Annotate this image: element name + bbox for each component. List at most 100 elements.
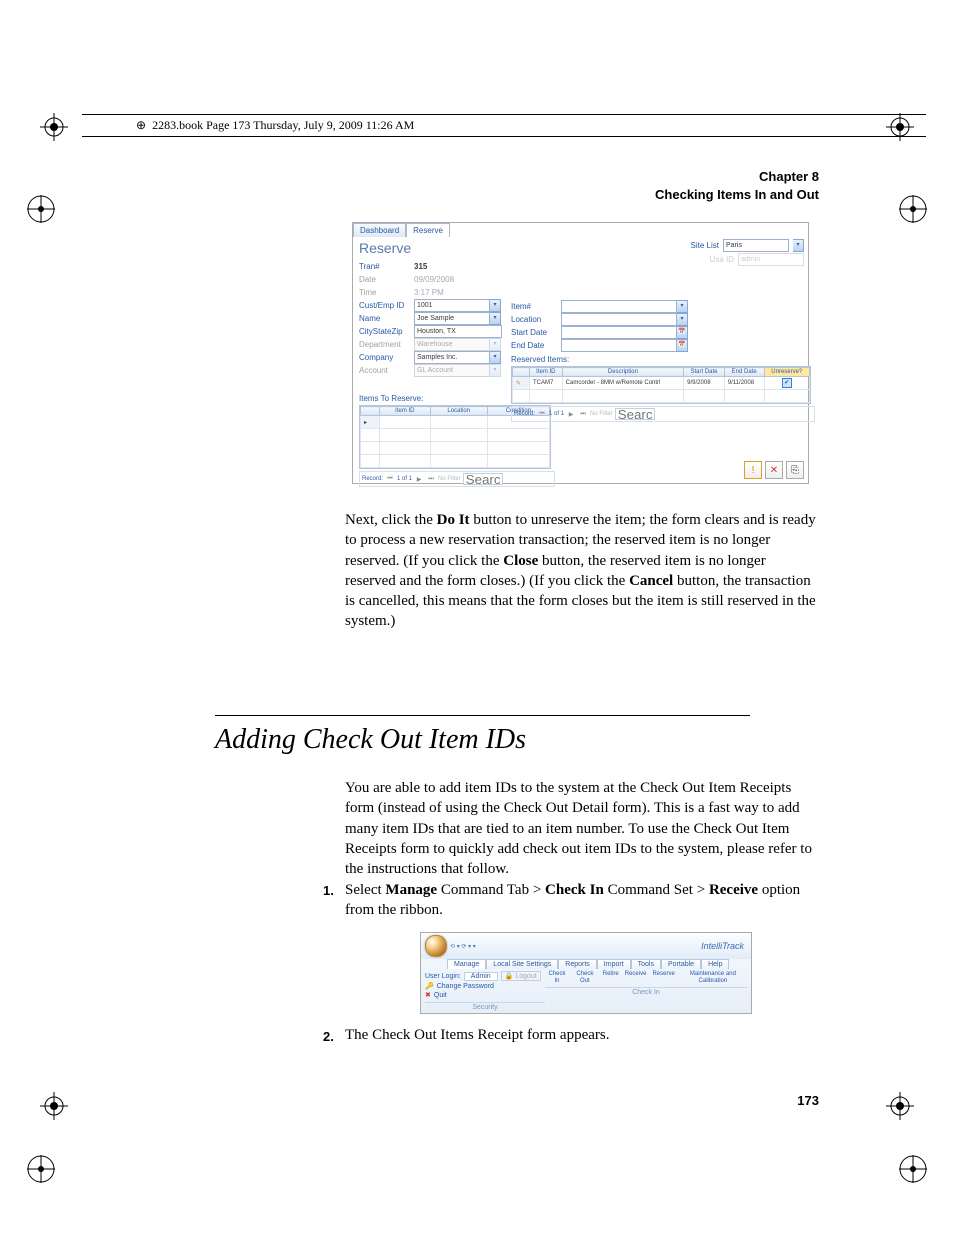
filter-label: No Filter [590,411,613,417]
csz-input[interactable]: Houston, TX [414,325,502,338]
crop-mark-icon [40,1092,68,1120]
search-input[interactable] [463,473,503,485]
chevron-down-icon: ▾ [490,364,501,377]
record-navigator[interactable]: Record: ⏮ 1 of 1 ▶ ⏭ No Filter [511,406,815,422]
table-row[interactable]: ✎ TCAM7 Camcorder - 8MM w/Remote Contrl … [513,377,810,390]
user-login-value[interactable]: Admin [464,972,498,981]
name-label: Name [359,314,414,323]
search-input[interactable] [615,408,655,420]
unreserve-checkbox[interactable]: ✔ [782,378,792,388]
tab-import[interactable]: Import [597,959,631,969]
step-number: 1. [323,882,334,900]
cancel-button[interactable]: ⎘ [786,461,804,479]
cust-emp-id-label: Cust/Emp ID [359,301,414,310]
col-end-date[interactable]: End Date [724,368,764,377]
start-date-label: Start Date [511,328,561,337]
cell-item-id: TCAM7 [530,377,563,390]
nav-next-icon[interactable]: ▶ [414,476,424,483]
tab-portable[interactable]: Portable [661,959,701,969]
chapter-title: Checking Items In and Out [655,186,819,204]
chevron-down-icon[interactable]: ▾ [677,313,688,326]
end-date-input[interactable] [561,339,677,352]
tab-reserve[interactable]: Reserve [406,223,450,237]
cmd-reserve[interactable]: Reserve [650,971,676,984]
change-password-button[interactable]: 🔑 Change Password [425,982,545,990]
cell-description: Camcorder - 8MM w/Remote Contrl [562,377,684,390]
page-number: 173 [797,1093,819,1108]
tab-tools[interactable]: Tools [631,959,661,969]
chevron-down-icon[interactable]: ▾ [490,312,501,325]
figure-ribbon: ⟲ ▾ ⟳ ▾ ▾ IntelliTrack Manage Local Site… [420,932,752,1014]
date-label: Date [359,275,414,284]
usa-id-label: Usa ID [710,255,734,264]
chevron-down-icon[interactable]: ▾ [677,300,688,313]
crop-mark-icon [27,195,55,223]
location-input[interactable] [561,313,677,326]
tab-local-site-settings[interactable]: Local Site Settings [486,959,558,969]
nav-last-icon[interactable]: ⏭ [426,476,436,483]
crop-mark-icon [27,1155,55,1183]
cust-emp-id-input[interactable]: 1001 [414,299,490,312]
col-start-date[interactable]: Start Date [684,368,725,377]
nav-last-icon[interactable]: ⏭ [578,411,588,418]
item-no-label: Item# [511,302,561,311]
tab-dashboard[interactable]: Dashboard [353,223,406,237]
tab-reports[interactable]: Reports [558,959,597,969]
logout-button[interactable]: 🔒 Logout [501,971,541,981]
close-term: Close [503,553,538,569]
nav-first-icon[interactable]: ⏮ [537,411,547,418]
col-item-id[interactable]: Item ID [380,407,431,416]
start-date-input[interactable] [561,326,677,339]
cmd-retire[interactable]: Retire [601,971,621,984]
close-button[interactable]: ✕ [765,461,783,479]
checkin-term: Check In [545,882,604,898]
time-value: 3:17 PM [414,288,444,297]
cancel-term: Cancel [629,573,673,589]
table-row[interactable] [513,390,810,403]
calendar-icon[interactable]: 📅 [677,339,688,352]
nav-next-icon[interactable]: ▶ [566,411,576,418]
calendar-icon[interactable]: 📅 [677,326,688,339]
filter-label: No Filter [438,476,461,482]
cmd-receive[interactable]: Receive [623,971,649,984]
col-description[interactable]: Description [562,368,684,377]
cmd-check-out[interactable]: Check Out [571,971,599,984]
time-label: Time [359,288,414,297]
step-2-text: The Check Out Items Receipt form appears… [345,1027,610,1043]
chevron-down-icon[interactable]: ▾ [490,351,501,364]
cmd-maintenance[interactable]: Maintenance and Calibration [679,971,747,984]
cell-start-date: 9/9/2008 [684,377,725,390]
company-label: Company [359,353,414,362]
location-label: Location [511,315,561,324]
tran-no-value: 315 [414,262,427,271]
record-position: 1 of 1 [397,476,412,482]
nav-first-icon[interactable]: ⏮ [385,476,395,483]
name-input[interactable]: Joe Sample [414,312,490,325]
tran-no-label: Tran# [359,262,414,271]
dept-input: Warehouse [414,338,490,351]
book-header: ⊕2283.book Page 173 Thursday, July 9, 20… [82,114,926,137]
end-date-label: End Date [511,341,561,350]
security-group-label: Security [425,1002,545,1011]
tab-manage[interactable]: Manage [447,959,486,969]
quit-button[interactable]: ✖ Quit [425,991,545,999]
tab-help[interactable]: Help [701,959,729,969]
chevron-down-icon[interactable]: ▾ [793,239,804,252]
col-unreserve[interactable]: Unreserve? [764,368,809,377]
step-1: 1. Select Manage Command Tab > Check In … [345,880,820,921]
cell-end-date: 9/11/2008 [724,377,764,390]
manage-term: Manage [385,882,437,898]
col-location[interactable]: Location [430,407,487,416]
cmd-check-in[interactable]: Check In [545,971,569,984]
item-no-input[interactable] [561,300,677,313]
body-paragraph-1: Next, click the Do It button to unreserv… [345,510,820,632]
doit-button[interactable]: ! [744,461,762,479]
user-login-label: User Login: [425,973,461,980]
site-list-select[interactable]: Paris [723,239,789,252]
checkin-group-label: Check In [545,987,747,996]
office-orb-icon[interactable] [425,935,447,957]
reserved-items-grid[interactable]: Item ID Description Start Date End Date … [511,366,811,404]
company-input[interactable]: Samples Inc. [414,351,490,364]
chevron-down-icon[interactable]: ▾ [490,299,501,312]
col-item-id[interactable]: Item ID [530,368,563,377]
